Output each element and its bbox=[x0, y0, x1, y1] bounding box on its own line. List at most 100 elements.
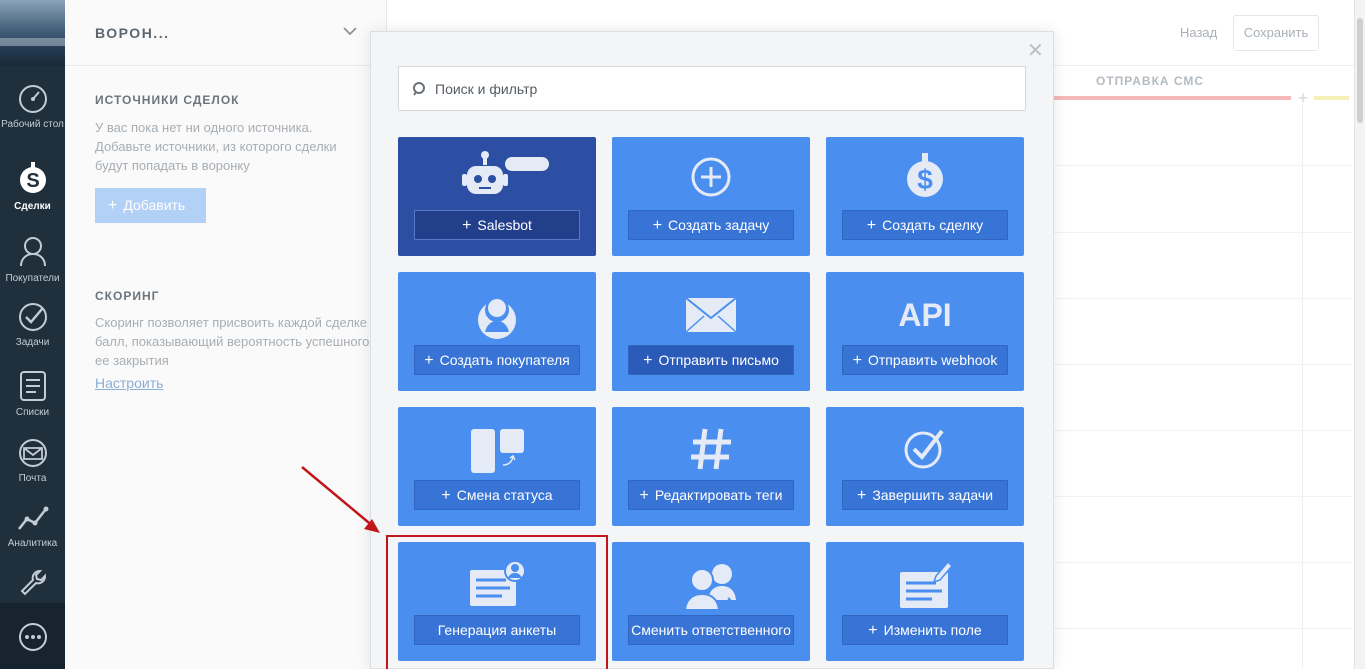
edit-field-icon bbox=[900, 560, 954, 608]
nav-item-dashboard[interactable]: Рабочий стол bbox=[0, 84, 65, 131]
sources-text: У вас пока нет ни одного источника. Доба… bbox=[95, 120, 337, 173]
page-scrollbar[interactable] bbox=[1354, 0, 1365, 669]
nav-label-lists: Списки bbox=[15, 407, 50, 418]
add-source-label: Добавить bbox=[123, 197, 186, 213]
tile-send-email[interactable]: + Отправить письмо bbox=[612, 272, 810, 391]
nav-label-dashboard: Рабочий стол bbox=[1, 119, 64, 130]
back-link[interactable]: Назад bbox=[1180, 25, 1217, 40]
tile-create-task[interactable]: + Создать задачу bbox=[612, 137, 810, 256]
wrench-icon bbox=[20, 570, 46, 596]
nav-label-customers: Покупатели bbox=[5, 273, 60, 284]
customers-icon bbox=[19, 237, 46, 267]
edit-field-button[interactable]: + Изменить поле bbox=[842, 615, 1008, 645]
tile-edit-field[interactable]: + Изменить поле bbox=[826, 542, 1024, 661]
pipeline-row-line bbox=[1053, 232, 1353, 233]
pipeline-row-line bbox=[1053, 496, 1353, 497]
add-task-icon bbox=[691, 157, 731, 197]
search-box[interactable] bbox=[398, 66, 1026, 111]
tile-icon-wrap bbox=[826, 552, 1024, 614]
analytics-icon bbox=[17, 506, 48, 530]
svg-text:$: $ bbox=[917, 164, 933, 195]
tile-label: Создать покупателя bbox=[439, 352, 570, 368]
send-email-button[interactable]: + Отправить письмо bbox=[628, 345, 794, 375]
tile-icon-wrap bbox=[612, 552, 810, 614]
nav-item-customers[interactable]: Покупатели bbox=[0, 234, 65, 285]
nav-item-settings[interactable] bbox=[0, 568, 65, 602]
panel-header: ВОРОН... bbox=[65, 0, 386, 66]
salesbot-button[interactable]: + Salesbot bbox=[414, 210, 580, 240]
chat-icon bbox=[19, 623, 47, 651]
tile-complete-tasks[interactable]: + Завершить задачи bbox=[826, 407, 1024, 526]
tile-icon-wrap bbox=[612, 282, 810, 344]
nav-label-mail: Почта bbox=[18, 473, 47, 484]
highlight-box bbox=[386, 535, 608, 669]
pipeline-name[interactable]: ВОРОН... bbox=[95, 25, 169, 41]
tile-change-responsible[interactable]: Сменить ответственного bbox=[612, 542, 810, 661]
lists-icon bbox=[19, 371, 46, 401]
account-thumbnail[interactable] bbox=[0, 0, 65, 66]
tile-icon-wrap bbox=[612, 147, 810, 209]
scoring-setup-link[interactable]: Настроить bbox=[95, 375, 163, 391]
dashboard-icon bbox=[18, 85, 47, 113]
close-icon[interactable]: ✕ bbox=[1027, 41, 1044, 61]
tile-salesbot[interactable]: + Salesbot bbox=[398, 137, 596, 256]
api-icon-text: API bbox=[898, 297, 951, 333]
scrollbar-thumb[interactable] bbox=[1357, 18, 1363, 123]
stage-color-bar bbox=[1053, 96, 1291, 100]
change-status-button[interactable]: + Смена статуса bbox=[414, 480, 580, 510]
check-circle-icon bbox=[904, 429, 944, 469]
pipeline-row-line bbox=[1053, 430, 1353, 431]
search-input[interactable] bbox=[435, 67, 1015, 110]
send-webhook-button[interactable]: + Отправить webhook bbox=[842, 345, 1008, 375]
nav-item-mail[interactable]: Почта bbox=[0, 438, 65, 485]
scoring-title: СКОРИНГ bbox=[95, 289, 160, 303]
add-stage-icon[interactable]: + bbox=[1294, 89, 1312, 107]
scoring-text: Скоринг позволяет присвоить каждой сделк… bbox=[95, 315, 370, 368]
next-stage-color-bar bbox=[1314, 96, 1349, 100]
tile-change-status[interactable]: + Смена статуса bbox=[398, 407, 596, 526]
tile-label: Отправить письмо bbox=[658, 352, 779, 368]
chevron-down-icon[interactable] bbox=[343, 26, 357, 36]
tile-label: Сменить ответственного bbox=[631, 622, 791, 638]
tile-icon-wrap: $ bbox=[826, 147, 1024, 209]
nav-item-lists[interactable]: Списки bbox=[0, 370, 65, 419]
tile-create-customer[interactable]: + Создать покупателя bbox=[398, 272, 596, 391]
stage-title: ОТПРАВКА СМС bbox=[1096, 74, 1205, 88]
pipeline-row-line bbox=[1053, 628, 1353, 629]
nav-label-deals: Сделки bbox=[14, 201, 51, 212]
tile-edit-tags[interactable]: + Редактировать теги bbox=[612, 407, 810, 526]
pipeline-divider bbox=[1302, 104, 1303, 669]
mail-icon bbox=[18, 439, 47, 467]
change-responsible-button[interactable]: Сменить ответственного bbox=[628, 615, 794, 645]
customer-icon bbox=[478, 298, 516, 339]
search-icon bbox=[413, 82, 425, 96]
create-deal-button[interactable]: + Создать сделку bbox=[842, 210, 1008, 240]
tile-create-deal[interactable]: $ + Создать сделку bbox=[826, 137, 1024, 256]
hashtag-icon bbox=[691, 428, 731, 470]
tile-label: Изменить поле bbox=[883, 622, 982, 638]
tile-label: Смена статуса bbox=[456, 487, 553, 503]
sources-title: ИСТОЧНИКИ СДЕЛОК bbox=[95, 93, 240, 107]
tile-send-webhook[interactable]: API + Отправить webhook bbox=[826, 272, 1024, 391]
tile-label: Создать сделку bbox=[882, 217, 984, 233]
pipeline-settings-panel: ВОРОН... ИСТОЧНИКИ СДЕЛОК У вас пока нет… bbox=[65, 0, 387, 669]
annotation-arrow-icon bbox=[301, 466, 380, 533]
dollar-icon: $ bbox=[907, 153, 943, 197]
deals-icon: S bbox=[19, 162, 46, 193]
save-button[interactable]: Сохранить bbox=[1233, 15, 1319, 51]
add-source-button[interactable]: + Добавить bbox=[95, 188, 206, 223]
nav-item-analytics[interactable]: Аналитика bbox=[0, 503, 65, 550]
chat-button[interactable] bbox=[0, 603, 65, 669]
nav-item-deals[interactable]: S Сделки bbox=[0, 162, 65, 213]
tile-label: Создать задачу bbox=[668, 217, 770, 233]
create-task-button[interactable]: + Создать задачу bbox=[628, 210, 794, 240]
complete-tasks-button[interactable]: + Завершить задачи bbox=[842, 480, 1008, 510]
tile-icon-wrap bbox=[398, 282, 596, 344]
tile-label: Завершить задачи bbox=[872, 487, 994, 503]
edit-tags-button[interactable]: + Редактировать теги bbox=[628, 480, 794, 510]
tasks-icon bbox=[18, 303, 47, 331]
status-change-icon bbox=[471, 429, 524, 473]
pipeline-row-line bbox=[1053, 562, 1353, 563]
nav-item-tasks[interactable]: Задачи bbox=[0, 302, 65, 349]
create-customer-button[interactable]: + Создать покупателя bbox=[414, 345, 580, 375]
